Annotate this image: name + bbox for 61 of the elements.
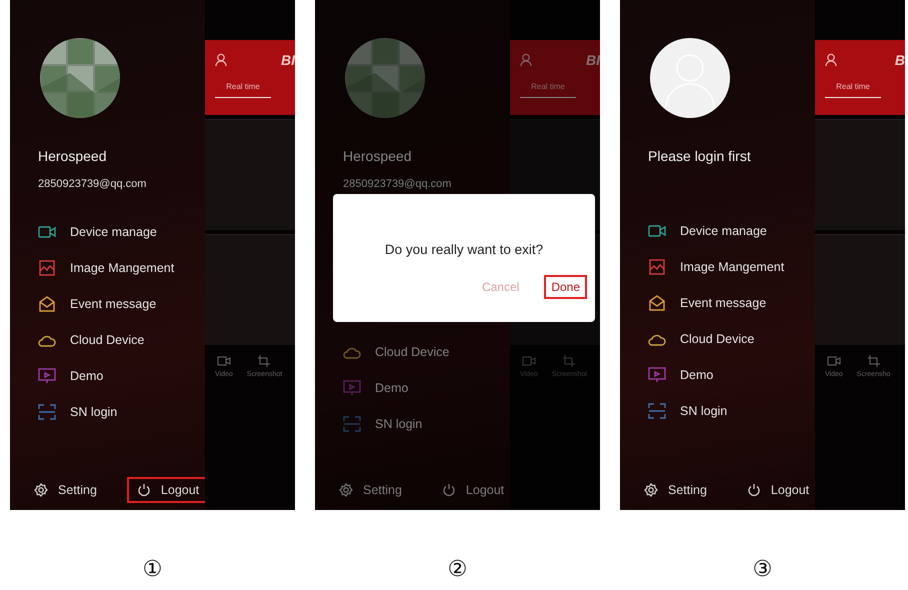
user-icon[interactable] (825, 53, 839, 67)
image-icon (648, 259, 666, 275)
menu-item[interactable]: Image Mangement (680, 260, 784, 274)
menu-item[interactable]: Demo (680, 368, 714, 382)
app-title: BI (281, 52, 295, 68)
logout-button[interactable]: Logout (736, 477, 820, 503)
user-name: Please login first (648, 148, 752, 164)
user-icon[interactable] (520, 53, 534, 67)
settings-icon (339, 483, 353, 497)
menu-item[interactable]: SN login (375, 417, 422, 431)
settings-icon (34, 483, 48, 497)
image-icon (38, 260, 56, 276)
video-icon[interactable] (826, 355, 841, 367)
setting-button[interactable]: Setting (329, 477, 412, 503)
power-icon (746, 483, 761, 497)
camera-icon (38, 224, 56, 240)
user-email: 2850923739@qq.com (343, 178, 452, 190)
user-icon[interactable] (215, 53, 229, 67)
camera-icon (648, 223, 666, 239)
crop-icon[interactable] (866, 355, 881, 367)
scan-icon (343, 416, 361, 432)
user-name: Herospeed (343, 148, 412, 164)
figure-caption: ③ (752, 556, 772, 582)
app-title: B (894, 52, 905, 68)
menu-item[interactable]: Event message (70, 297, 156, 311)
screen-icon (343, 380, 361, 396)
real-time-tab[interactable]: Real time (215, 82, 271, 98)
menu-item[interactable]: Demo (70, 369, 104, 383)
menu-item[interactable]: Demo (375, 381, 408, 395)
menu-item[interactable]: Device manage (70, 225, 157, 239)
mail-icon (648, 295, 666, 311)
power-icon (136, 483, 151, 497)
scan-icon (38, 404, 56, 420)
menu-item[interactable]: SN login (680, 404, 728, 418)
user-email: 2850923739@qq.com (38, 178, 148, 190)
video-icon[interactable] (216, 355, 231, 367)
dialog-button[interactable]: Done (544, 275, 587, 299)
menu-item[interactable]: SN login (70, 405, 118, 419)
setting-button[interactable]: Setting (634, 477, 717, 503)
menu-item[interactable]: Device manage (680, 224, 767, 238)
mail-icon (38, 296, 56, 312)
menu-item[interactable]: Image Mangement (70, 261, 174, 275)
screen-icon (648, 367, 666, 383)
figure-caption: ① (142, 556, 162, 582)
setting-button[interactable]: Setting (24, 477, 107, 503)
scan-icon (648, 403, 666, 419)
settings-icon (644, 483, 658, 497)
real-time-tab[interactable]: Real time (825, 82, 881, 98)
power-icon (442, 483, 456, 497)
dialog-message: Do you really want to exit? (384, 242, 544, 257)
menu-item[interactable]: Event message (680, 296, 766, 310)
menu-item[interactable]: Cloud Device (70, 333, 144, 347)
crop-icon[interactable] (257, 355, 272, 367)
avatar-placeholder-icon (650, 38, 730, 118)
menu-item[interactable]: Cloud Device (680, 332, 754, 346)
figure-caption: ② (448, 556, 468, 582)
menu-item[interactable]: Cloud Device (375, 345, 450, 359)
app-title: BI (586, 52, 600, 68)
user-name: Herospeed (38, 148, 108, 164)
screen-icon (38, 368, 56, 384)
logout-button[interactable]: Logout (432, 477, 514, 503)
